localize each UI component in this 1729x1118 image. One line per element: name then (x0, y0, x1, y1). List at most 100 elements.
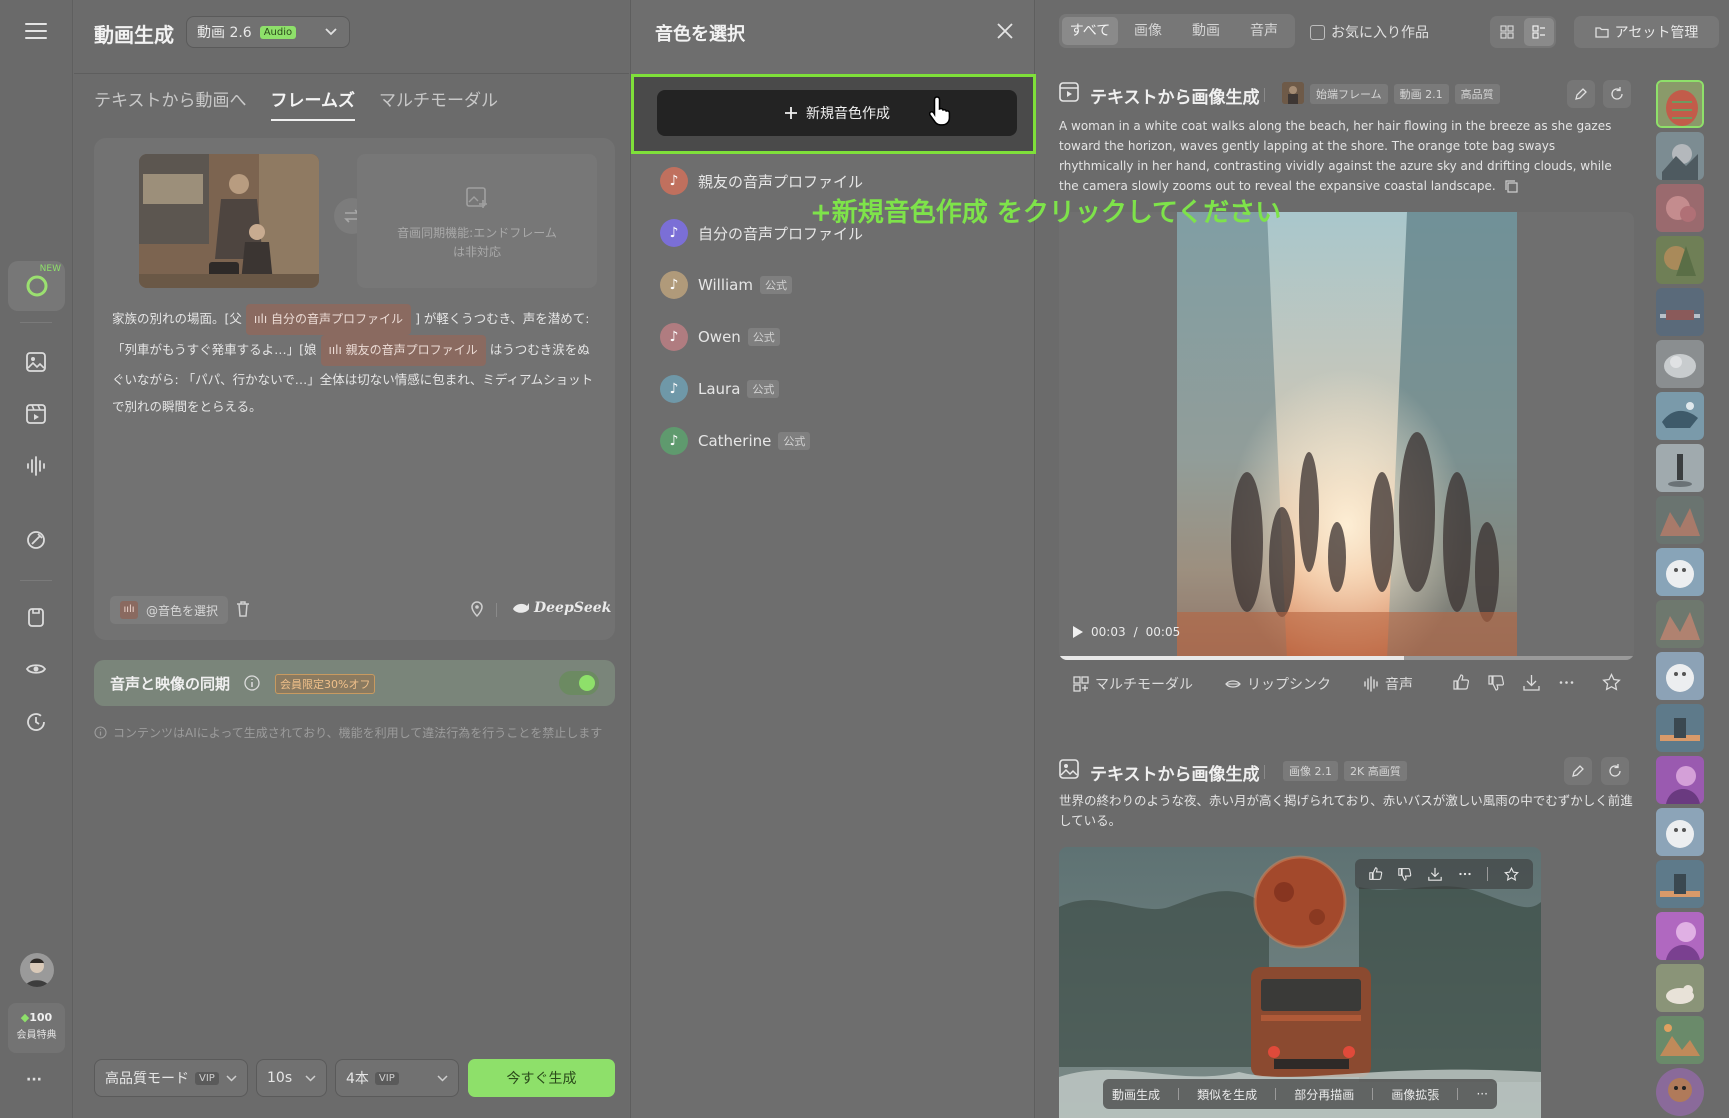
download-icon[interactable] (1523, 674, 1540, 691)
history-thumb[interactable] (1656, 340, 1704, 388)
history-thumb[interactable] (1656, 184, 1704, 232)
grid-view-icon[interactable] (1492, 18, 1522, 46)
filter-tab-video[interactable]: 動画 (1178, 17, 1234, 45)
select-voice-button[interactable]: ıılı @音色を選択 (110, 596, 229, 624)
count-select[interactable]: 4本 VIP (335, 1059, 459, 1097)
create-voice-button[interactable]: 新規音色作成 (657, 90, 1017, 136)
history-thumb[interactable] (1656, 444, 1704, 492)
filter-tab-image[interactable]: 画像 (1120, 17, 1176, 45)
video-progress-track[interactable] (1059, 656, 1634, 660)
regenerate-button[interactable] (1601, 757, 1629, 785)
chevron-down-icon (305, 1074, 316, 1082)
start-frame-image[interactable] (139, 154, 319, 288)
image-gen-icon[interactable] (22, 348, 50, 376)
edit-tool-icon[interactable] (22, 526, 50, 554)
tab-multimodal[interactable]: マルチモーダル (379, 86, 498, 121)
generated-image[interactable]: 動画生成 類似を生成 部分再描画 画像拡張 ··· (1059, 847, 1541, 1118)
star-icon[interactable] (1504, 866, 1520, 882)
history-thumb[interactable] (1656, 704, 1704, 752)
history-thumb[interactable] (1656, 496, 1704, 544)
video-player[interactable]: 00:03 / 00:05 (1059, 212, 1634, 660)
info-icon[interactable] (244, 675, 260, 691)
avatar[interactable] (20, 953, 54, 987)
generate-video-action[interactable]: 動画生成 (1112, 1086, 1160, 1103)
history-thumb[interactable] (1656, 132, 1704, 180)
thumbs-down-icon[interactable] (1398, 867, 1412, 881)
voice-item-laura[interactable]: ♪ Laura 公式 (660, 372, 780, 406)
history-thumb[interactable] (1656, 600, 1704, 648)
more-options-icon[interactable] (1558, 674, 1575, 691)
history-thumb[interactable] (1656, 288, 1704, 336)
history-icon[interactable] (22, 708, 50, 736)
rail-divider (20, 322, 52, 323)
eye-icon[interactable] (22, 655, 50, 683)
asset-manage-button[interactable]: アセット管理 (1574, 16, 1719, 48)
voice-item-owen[interactable]: ♪ Owen 公式 (660, 320, 780, 354)
voice-item-william[interactable]: ♪ William 公式 (660, 268, 792, 302)
duration-select[interactable]: 10s (256, 1059, 327, 1097)
tab-text-to-video[interactable]: テキストから動画へ (94, 86, 247, 121)
history-thumb[interactable] (1656, 548, 1704, 596)
history-thumb[interactable] (1656, 964, 1704, 1012)
history-thumb[interactable] (1656, 1068, 1704, 1116)
history-thumb[interactable] (1656, 652, 1704, 700)
card-tag: 2K 高画質 (1344, 761, 1407, 781)
edit-button[interactable] (1567, 80, 1595, 108)
voice-tag-friend[interactable]: ıılı 親友の音声プロファイル (320, 335, 486, 366)
history-thumb[interactable] (1656, 860, 1704, 908)
voice-item-catherine[interactable]: ♪ Catherine 公式 (660, 424, 811, 458)
copy-icon[interactable] (1505, 180, 1519, 193)
play-icon[interactable] (1073, 626, 1083, 638)
history-thumb[interactable] (1656, 756, 1704, 804)
voice-tag-self[interactable]: ıılı 自分の音声プロファイル (245, 304, 412, 335)
multimodal-action[interactable]: マルチモーダル (1073, 674, 1193, 694)
video-gen-icon[interactable] (22, 400, 50, 428)
video-card-icon (1059, 82, 1079, 102)
star-icon[interactable] (1602, 673, 1621, 692)
trash-icon[interactable] (234, 600, 252, 618)
assets-icon[interactable] (22, 603, 50, 631)
credits-box[interactable]: ◆100 会員特典 (8, 1003, 65, 1053)
edit-button[interactable] (1564, 757, 1592, 785)
more-options-icon[interactable] (1458, 867, 1472, 881)
outpaint-action[interactable]: 画像拡張 (1391, 1086, 1439, 1103)
thumbs-down-icon[interactable] (1488, 674, 1505, 691)
thumbs-up-icon[interactable] (1453, 674, 1470, 691)
favorites-checkbox[interactable] (1310, 24, 1325, 40)
generate-now-button[interactable]: 今すぐ生成 (468, 1059, 615, 1097)
history-thumb[interactable] (1656, 912, 1704, 960)
filter-tab-all[interactable]: すべて (1062, 17, 1118, 45)
regenerate-button[interactable] (1603, 80, 1631, 108)
generate-similar-action[interactable]: 類似を生成 (1197, 1086, 1257, 1103)
history-thumb[interactable] (1656, 1016, 1704, 1064)
more-actions[interactable]: ··· (1476, 1087, 1487, 1101)
history-thumb[interactable] (1656, 80, 1704, 128)
model-selector[interactable]: 動画 2.6 Audio (186, 16, 350, 48)
inpaint-action[interactable]: 部分再描画 (1294, 1086, 1354, 1103)
lipsync-action[interactable]: リップシンク (1225, 674, 1331, 694)
close-icon[interactable] (997, 23, 1013, 39)
quality-select[interactable]: 高品質モード VIP (94, 1059, 248, 1097)
download-icon[interactable] (1428, 867, 1442, 881)
sidebar-item-home[interactable]: NEW (8, 261, 65, 311)
prompt-card: 音画同期機能:エンドフレーム は非対応 家族の別れの場面。[父 ıılı 自分の音… (94, 138, 615, 640)
history-thumb[interactable] (1656, 808, 1704, 856)
audio-action[interactable]: 音声 (1363, 674, 1413, 694)
av-sync-toggle[interactable] (559, 671, 599, 695)
home-logo-icon (25, 274, 49, 298)
menu-icon[interactable] (22, 17, 50, 45)
list-view-icon[interactable] (1524, 18, 1554, 46)
history-thumb[interactable] (1656, 392, 1704, 440)
thumbs-up-icon[interactable] (1369, 867, 1383, 881)
filter-tab-audio[interactable]: 音声 (1236, 17, 1292, 45)
history-thumb[interactable] (1656, 236, 1704, 284)
time-total: 00:05 (1145, 625, 1181, 639)
location-pin-icon[interactable] (468, 600, 486, 618)
tab-frames[interactable]: フレームズ (270, 86, 355, 121)
more-icon[interactable]: ··· (26, 1072, 42, 1088)
favorites-filter[interactable]: お気に入り作品 (1310, 22, 1429, 42)
prompt-text[interactable]: 家族の別れの場面。[父 ıılı 自分の音声プロファイル] が軽くうつむき、声を潜… (112, 304, 602, 420)
audio-gen-icon[interactable] (22, 452, 50, 480)
chevron-down-icon (325, 28, 337, 36)
deepseek-button[interactable]: DeepSeek (512, 600, 611, 616)
